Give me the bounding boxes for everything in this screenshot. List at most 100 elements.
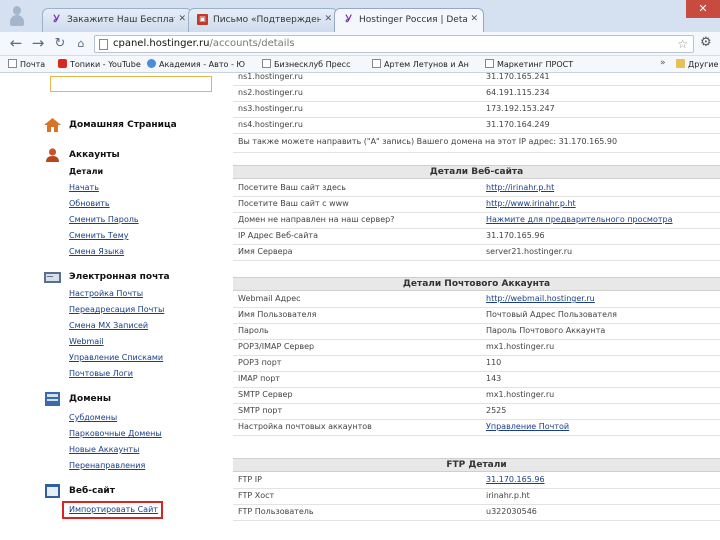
wrench-menu-icon[interactable]: ⚙ [700,35,714,51]
home-button[interactable]: ⌂ [73,36,89,52]
sidebar-item-parked-domains[interactable]: Парковочные Домены [69,429,162,438]
website-row: Посетите Ваш сайт с www http://www.irina… [233,197,720,213]
ns-ip: 31.170.165.241 [486,73,550,81]
ns-ip: 31.170.164.249 [486,120,550,129]
website-icon [45,484,60,498]
tab-title: Закажите Наш Бесплатны [67,15,175,25]
tab-strip: Ỿ Закажите Наш Бесплатны ✕ ▣ Письмо «Под… [0,0,720,32]
bookmarks-bar: Почта Топики - YouTube Академия - Авто -… [0,56,720,73]
youtube-icon [58,59,67,68]
site-url-link[interactable]: http://irinahr.p.ht [486,183,554,192]
tab-details[interactable]: Ỿ Hostinger Россия | Details ✕ [334,8,484,32]
website-row: IP Адрес Веб-сайта 31.170.165.96 [233,229,720,245]
back-button[interactable]: ← [8,36,24,52]
sidebar-item-mail-logs[interactable]: Почтовые Логи [69,369,133,378]
profile-icon[interactable] [10,6,24,26]
ftp-row: FTP Хост irinahr.p.ht [233,489,720,505]
url-host: cpanel.hostinger.ru [113,38,210,49]
tab-title: Hostinger Россия | Details [359,15,467,25]
ns-name: ns1.hostinger.ru [238,73,303,81]
sidebar-item-new-accounts[interactable]: Новые Аккаунты [69,445,139,454]
bookmark-item[interactable]: Почта [8,59,45,69]
sidebar-item-details[interactable]: Детали [69,167,103,176]
section-title: Детали Почтового Аккаунта [402,279,551,289]
domain-icon [45,392,60,406]
website-row: Домен не направлен на наш сервер? Нажмит… [233,213,720,229]
sidebar-item-change-language[interactable]: Смена Языка [69,247,124,256]
bookmark-item[interactable]: Артем Летунов и Ан [372,59,469,69]
preview-link[interactable]: Нажмите для предварительного просмотра [486,215,673,224]
ftp-row: FTP IP 31.170.165.96 [233,473,720,489]
ns-row: ns2.hostinger.ru 64.191.115.234 [233,86,720,102]
sidebar-section-accounts: Аккаунты [69,150,120,160]
sidebar-item-mailing-lists[interactable]: Управление Списками [69,353,163,362]
account-details: ns1.hostinger.ru 31.170.165.241 ns2.host… [233,73,720,540]
close-icon[interactable]: ✕ [324,14,332,24]
sidebar-search-input[interactable] [50,76,212,92]
bookmark-star-icon[interactable]: ☆ [677,36,688,52]
folder-icon [676,59,685,68]
sidebar-item-change-password[interactable]: Сменить Пароль [69,215,139,224]
ns-name: ns3.hostinger.ru [238,104,303,113]
site-www-link[interactable]: http://www.irinahr.p.ht [486,199,576,208]
tab-order-page[interactable]: Ỿ Закажите Наш Бесплатны ✕ [42,8,192,32]
sidebar-section-domains: Домены [69,394,112,404]
webmail-link[interactable]: http://webmail.hostinger.ru [486,294,595,303]
sidebar-section-home[interactable]: Домашняя Страница [69,120,177,130]
mail-details-header: Детали Почтового Аккаунта [233,277,720,291]
ns-name: ns2.hostinger.ru [238,88,303,97]
ns-ip: 64.191.115.234 [486,88,550,97]
mail-row: IMAP порт 143 [233,372,720,388]
sidebar-item-import-site[interactable]: Импортировать Сайт [69,505,158,514]
window-close-button[interactable]: ✕ [686,0,720,18]
mail-row: POP3 порт 110 [233,356,720,372]
reload-button[interactable]: ↻ [52,36,68,52]
mail-row: POP3/IMAP Сервер mx1.hostinger.ru [233,340,720,356]
page-icon [485,59,494,68]
other-bookmarks[interactable]: Другие [676,59,718,69]
mail-row: SMTP Сервер mx1.hostinger.ru [233,388,720,404]
tab-email[interactable]: ▣ Письмо «Подтверждение ✕ [188,8,338,32]
ftp-ip-link[interactable]: 31.170.165.96 [486,475,545,484]
mail-icon [44,272,61,283]
page-icon [262,59,271,68]
bookmark-item[interactable]: Академия - Авто - Ю [147,59,245,69]
a-record-note: Вы также можете направить ("A" запись) В… [233,135,720,153]
bookmark-item[interactable]: Маркетинг ПРОСТ [485,59,573,69]
mail-row: Webmail Адрес http://webmail.hostinger.r… [233,292,720,308]
mail-row: SMTP порт 2525 [233,404,720,420]
bookmark-item[interactable]: Топики - YouTube [58,59,141,69]
page-icon [99,39,108,50]
close-icon[interactable]: ✕ [470,14,478,24]
ns-name: ns4.hostinger.ru [238,120,303,129]
section-title: Детали Веб-сайта [429,167,524,177]
ftp-details-header: FTP Детали [233,458,720,472]
page-icon [8,59,17,68]
bookmark-item[interactable]: Бизнесклуб Пресс [262,59,350,69]
forward-button[interactable]: → [30,36,46,52]
ns-row: ns3.hostinger.ru 173.192.153.247 [233,102,720,118]
sidebar-item-mx-records[interactable]: Смена МХ Записей [69,321,148,330]
mail-row: Настройка почтовых аккаунтов Управление … [233,420,720,436]
mail-row: Имя Пользователя Почтовый Адрес Пользова… [233,308,720,324]
page-icon [372,59,381,68]
address-bar[interactable]: cpanel.hostinger.ru/accounts/details ☆ [94,35,694,53]
sidebar-item-mail-settings[interactable]: Настройка Почты [69,289,143,298]
sidebar-item-upgrade[interactable]: Обновить [69,199,110,208]
browser-toolbar: ← → ↻ ⌂ cpanel.hostinger.ru/accounts/det… [0,32,720,56]
sidebar: Домашняя Страница Аккаунты Детали Начать… [0,73,222,540]
sidebar-item-change-theme[interactable]: Сменить Тему [69,231,128,240]
manage-mail-link[interactable]: Управление Почтой [486,422,569,431]
close-icon[interactable]: ✕ [178,14,186,24]
sidebar-item-mail-forwarding[interactable]: Переадресация Почты [69,305,164,314]
sidebar-item-start[interactable]: Начать [69,183,99,192]
tab-title: Письмо «Подтверждение [213,15,321,25]
sidebar-item-subdomains[interactable]: Субдомены [69,413,117,422]
sidebar-item-webmail[interactable]: Webmail [69,337,104,346]
sidebar-item-redirects[interactable]: Перенаправления [69,461,145,470]
bookmarks-overflow-button[interactable]: » [660,58,666,68]
website-details-header: Детали Веб-сайта [233,165,720,179]
academy-icon [147,59,156,68]
home-icon [44,118,61,132]
pdf-favicon-icon: ▣ [197,14,208,25]
